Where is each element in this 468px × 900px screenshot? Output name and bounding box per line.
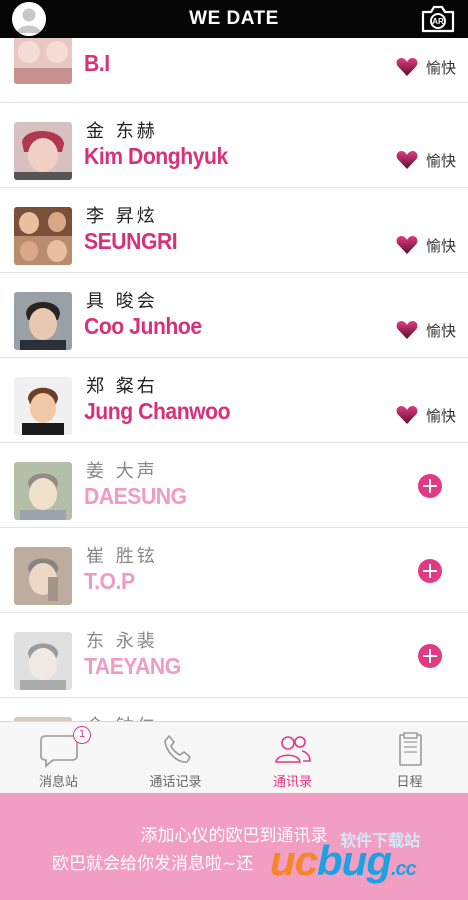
phone-icon <box>164 735 191 763</box>
contact-row[interactable]: 姜 大声 DAESUNG <box>0 443 468 528</box>
add-contact-button[interactable] <box>418 559 442 583</box>
contact-cn-name: 东 永裴 <box>86 631 158 652</box>
camera-icon[interactable]: AR <box>420 4 456 34</box>
tab-messages[interactable]: 1 消息站 <box>0 722 117 794</box>
svg-text:AR: AR <box>432 17 444 26</box>
unread-badge: 1 <box>73 726 91 744</box>
contact-photo <box>14 462 72 520</box>
contact-row[interactable]: 李 昇炫 SEUNGRI 愉快 <box>0 188 468 273</box>
tab-schedule[interactable]: 日程 <box>351 722 468 794</box>
heart-icon <box>396 236 418 254</box>
contacts-icon <box>275 736 311 763</box>
notebook-icon <box>399 732 422 766</box>
banner-line-2: 欧巴就会给你发消息啦~还 <box>52 854 254 874</box>
heart-icon <box>396 406 418 424</box>
watermark-logo: 软件下载站 ucbug.cc <box>270 831 460 891</box>
mood-label: 愉快 <box>425 321 456 340</box>
bottom-tab-bar: 1 消息站 通话记录 通讯录 日程 <box>0 721 468 793</box>
contact-row[interactable]: 崔 胜铉 T.O.P <box>0 528 468 613</box>
contact-photo <box>14 292 72 350</box>
mood-label: 愉快 <box>425 151 456 170</box>
tab-label: 消息站 <box>38 775 78 790</box>
contact-photo <box>14 632 72 690</box>
contact-en-name: Coo Junhoe <box>84 313 202 339</box>
tab-contacts[interactable]: 通讯录 <box>234 722 351 794</box>
contact-row[interactable]: 金 东赫 Kim Donghyuk 愉快 <box>0 103 468 188</box>
contact-cn-name: 具 晙会 <box>86 291 158 312</box>
add-contact-button[interactable] <box>418 644 442 668</box>
contact-photo <box>14 377 72 435</box>
contact-photo <box>14 122 72 180</box>
tab-label: 日程 <box>396 775 423 790</box>
mood-label: 愉快 <box>425 58 456 77</box>
hint-banner: 添加心仪的欧巴到通讯录 欧巴就会给你发消息啦~还 软件下载站 ucbug.cc <box>0 793 468 900</box>
heart-icon <box>396 58 418 76</box>
contact-row[interactable]: 郑 粲右 Jung Chanwoo 愉快 <box>0 358 468 443</box>
contact-photo <box>14 38 72 84</box>
mood-label: 愉快 <box>425 236 456 255</box>
contact-cn-name: 郑 粲右 <box>86 376 158 397</box>
contact-en-name: T.O.P <box>84 568 135 594</box>
contact-en-name: Kim Donghyuk <box>84 143 228 169</box>
contact-row[interactable]: B.I 愉快 <box>0 38 468 103</box>
contact-cn-name: 金 钟仁 <box>86 712 158 721</box>
contact-row[interactable]: 金 钟仁 <box>0 698 468 721</box>
app-title: WE DATE <box>189 8 279 29</box>
tab-call-log[interactable]: 通话记录 <box>117 722 234 794</box>
contact-row[interactable]: 东 永裴 TAEYANG <box>0 613 468 698</box>
contact-status: 愉快 <box>396 404 456 426</box>
contact-status: 愉快 <box>396 149 456 171</box>
contact-status: 愉快 <box>396 234 456 256</box>
tab-label: 通话记录 <box>149 775 202 790</box>
contact-photo <box>14 207 72 265</box>
contact-cn-name: 李 昇炫 <box>86 206 158 227</box>
watermark-en: ucbug.cc <box>270 837 417 884</box>
mood-label: 愉快 <box>425 406 456 425</box>
contact-en-name: Jung Chanwoo <box>84 398 231 424</box>
contact-status: 愉快 <box>396 319 456 341</box>
contact-status: 愉快 <box>396 56 456 78</box>
contact-en-name: SEUNGRI <box>84 228 178 254</box>
contact-en-name: DAESUNG <box>84 483 187 509</box>
add-contact-button[interactable] <box>418 474 442 498</box>
contact-en-name: TAEYANG <box>84 653 181 679</box>
heart-icon <box>396 321 418 339</box>
top-bar: WE DATE AR <box>0 0 468 38</box>
contact-en-name: B.I <box>84 50 110 76</box>
contacts-list[interactable]: B.I 愉快 金 东赫 Kim Donghyuk 愉快 李 昇炫 SEUNGRI… <box>0 38 468 721</box>
contact-photo <box>14 547 72 605</box>
tab-label: 通讯录 <box>272 775 312 790</box>
contact-cn-name: 姜 大声 <box>86 461 158 482</box>
contact-row[interactable]: 具 晙会 Coo Junhoe 愉快 <box>0 273 468 358</box>
contact-cn-name: 崔 胜铉 <box>86 546 158 567</box>
heart-icon <box>396 151 418 169</box>
contact-cn-name: 金 东赫 <box>86 121 158 142</box>
